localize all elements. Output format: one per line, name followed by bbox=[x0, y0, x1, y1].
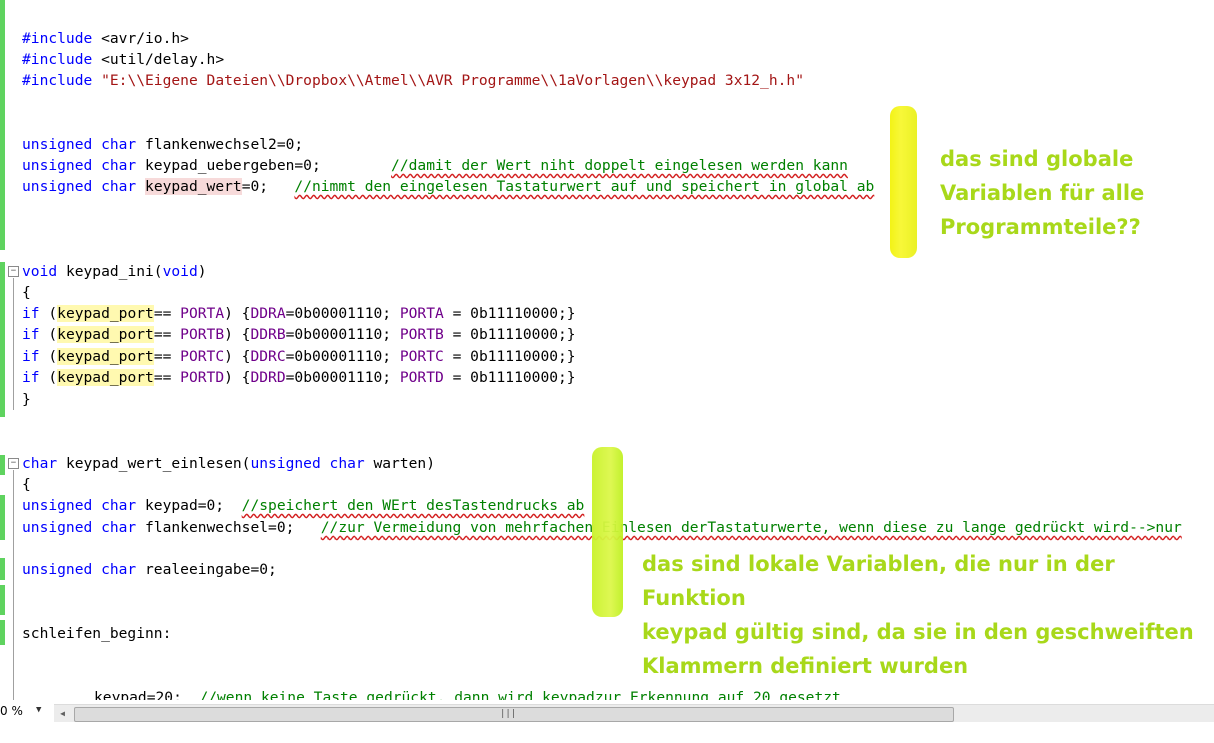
code-line-label: schleifen_beginn: bbox=[22, 625, 172, 642]
code-line-if: if (keypad_port== PORTC) {DDRC=0b0000111… bbox=[22, 348, 576, 365]
code-line-brace: { bbox=[22, 476, 31, 493]
change-bar bbox=[0, 0, 5, 250]
chevron-down-icon[interactable]: ▼ bbox=[36, 705, 41, 715]
code-line-include: #include "E:\\Eigene Dateien\\Dropbox\\A… bbox=[22, 72, 804, 89]
code-line-include: #include <util/delay.h> bbox=[22, 51, 225, 68]
scrollbar-thumb[interactable]: ||| bbox=[74, 707, 954, 722]
highlighter-mark bbox=[592, 447, 623, 617]
code-line-include: #include <avr/io.h> bbox=[22, 30, 189, 47]
change-bar bbox=[0, 495, 5, 540]
code-line-local-var: unsigned char realeeingabe=0; bbox=[22, 561, 277, 578]
collapse-icon[interactable]: − bbox=[8, 458, 19, 469]
global-variables-note: das sind globale Variablen für alle Prog… bbox=[940, 147, 1145, 239]
fold-guide bbox=[13, 278, 14, 410]
horizontal-scrollbar[interactable]: ◀ ||| bbox=[54, 704, 1214, 722]
code-line-global-var: unsigned char flankenwechsel2=0; bbox=[22, 136, 304, 153]
code-line-function: void keypad_ini(void) bbox=[22, 263, 207, 280]
code-editor[interactable]: #include <avr/io.h> #include <util/delay… bbox=[0, 0, 1214, 700]
change-bar bbox=[0, 585, 5, 615]
grip-icon: ||| bbox=[500, 709, 517, 719]
local-variables-note: das sind lokale Variablen, die nur in de… bbox=[642, 552, 1194, 678]
code-line-if: if (keypad_port== PORTB) {DDRB=0b0000111… bbox=[22, 326, 576, 343]
scroll-left-icon[interactable]: ◀ bbox=[54, 705, 71, 722]
change-bar bbox=[0, 620, 5, 645]
code-line-brace: { bbox=[22, 284, 31, 301]
code-line-global-var: unsigned char keypad_uebergeben=0; //dam… bbox=[22, 157, 848, 174]
code-line-if: if (keypad_port== PORTA) {DDRA=0b0000111… bbox=[22, 305, 576, 322]
zoom-level[interactable]: 0 % bbox=[0, 704, 23, 718]
code-line-global-var: unsigned char keypad_wert=0; //nimmt den… bbox=[22, 178, 875, 195]
code-line-if: if (keypad_port== PORTD) {DDRD=0b0000111… bbox=[22, 369, 576, 386]
code-line-brace: } bbox=[22, 391, 31, 408]
code-line-local-var: unsigned char keypad=0; //speichert den … bbox=[22, 497, 585, 514]
change-bar bbox=[0, 558, 5, 580]
change-bar bbox=[0, 262, 5, 417]
code-line-statement: keypad=20; //wenn keine Taste gedrückt, … bbox=[94, 689, 841, 700]
code-line-function: char keypad_wert_einlesen(unsigned char … bbox=[22, 455, 435, 472]
editor-statusbar: 0 % ▼ ◀ ||| bbox=[0, 700, 1214, 743]
fold-guide bbox=[13, 470, 14, 700]
change-bar bbox=[0, 455, 5, 475]
highlighter-mark bbox=[890, 106, 917, 258]
collapse-icon[interactable]: − bbox=[8, 266, 19, 277]
